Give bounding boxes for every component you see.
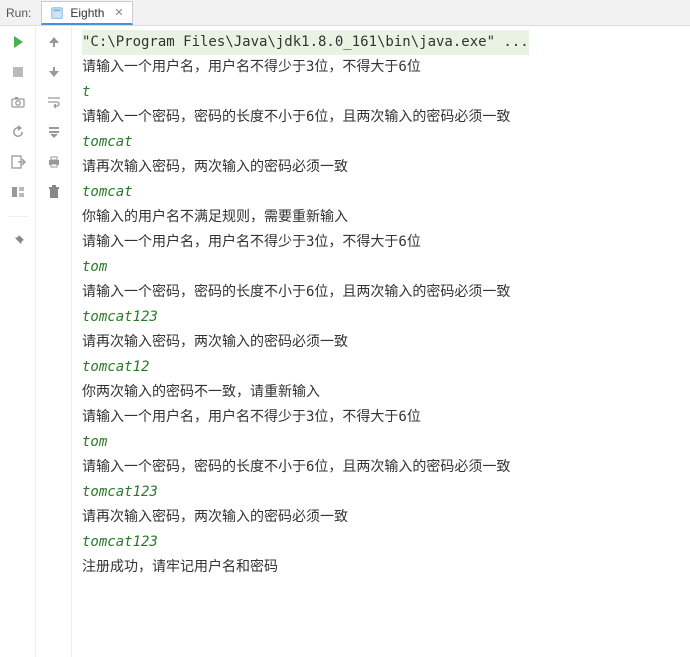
console-line: tomcat123 bbox=[82, 480, 684, 505]
run-config-tab[interactable]: Eighth ✕ bbox=[41, 1, 132, 25]
stop-button[interactable] bbox=[8, 62, 28, 82]
console-line: t bbox=[82, 80, 684, 105]
console-line: 请输入一个密码，密码的长度不小于6位，且两次输入的密码必须一致 bbox=[82, 105, 684, 130]
separator bbox=[8, 216, 28, 217]
console-line: 请再次输入密码，两次输入的密码必须一致 bbox=[82, 155, 684, 180]
application-icon bbox=[50, 6, 64, 20]
tool-window-body: "C:\Program Files\Java\jdk1.8.0_161\bin\… bbox=[0, 26, 690, 657]
console-output[interactable]: "C:\Program Files\Java\jdk1.8.0_161\bin\… bbox=[72, 26, 690, 657]
console-line: "C:\Program Files\Java\jdk1.8.0_161\bin\… bbox=[82, 30, 684, 55]
up-icon[interactable] bbox=[44, 32, 64, 52]
left-toolbar bbox=[0, 26, 36, 657]
trash-button[interactable] bbox=[44, 182, 64, 202]
console-line: tom bbox=[82, 430, 684, 455]
camera-icon[interactable] bbox=[8, 92, 28, 112]
console-line: tom bbox=[82, 255, 684, 280]
exit-button[interactable] bbox=[8, 152, 28, 172]
console-line: tomcat bbox=[82, 180, 684, 205]
scroll-to-end-button[interactable] bbox=[44, 122, 64, 142]
console-line: 请输入一个用户名，用户名不得少于3位，不得大于6位 bbox=[82, 230, 684, 255]
layout-button[interactable] bbox=[8, 182, 28, 202]
soft-wrap-button[interactable] bbox=[44, 92, 64, 112]
tool-window-header: Run: Eighth ✕ bbox=[0, 0, 690, 26]
console-line: 请再次输入密码，两次输入的密码必须一致 bbox=[82, 505, 684, 530]
console-line: 请输入一个密码，密码的长度不小于6位，且两次输入的密码必须一致 bbox=[82, 280, 684, 305]
console-line: tomcat123 bbox=[82, 530, 684, 555]
console-line: 注册成功，请牢记用户名和密码 bbox=[82, 555, 684, 580]
console-line: 请输入一个密码，密码的长度不小于6位，且两次输入的密码必须一致 bbox=[82, 455, 684, 480]
console-line: tomcat bbox=[82, 130, 684, 155]
print-button[interactable] bbox=[44, 152, 64, 172]
run-button[interactable] bbox=[8, 32, 28, 52]
console-line: 请输入一个用户名，用户名不得少于3位，不得大于6位 bbox=[82, 55, 684, 80]
down-icon[interactable] bbox=[44, 62, 64, 82]
console-toolbar bbox=[36, 26, 72, 657]
close-icon[interactable]: ✕ bbox=[110, 6, 123, 19]
console-line: 你两次输入的密码不一致，请重新输入 bbox=[82, 380, 684, 405]
console-line: tomcat123 bbox=[82, 305, 684, 330]
restart-button[interactable] bbox=[8, 122, 28, 142]
console-line: tomcat12 bbox=[82, 355, 684, 380]
pin-button[interactable] bbox=[8, 231, 28, 251]
tab-title: Eighth bbox=[70, 6, 104, 20]
console-line: 请输入一个用户名，用户名不得少于3位，不得大于6位 bbox=[82, 405, 684, 430]
console-line: 你输入的用户名不满足规则，需要重新输入 bbox=[82, 205, 684, 230]
run-label: Run: bbox=[6, 6, 31, 20]
console-line: 请再次输入密码，两次输入的密码必须一致 bbox=[82, 330, 684, 355]
